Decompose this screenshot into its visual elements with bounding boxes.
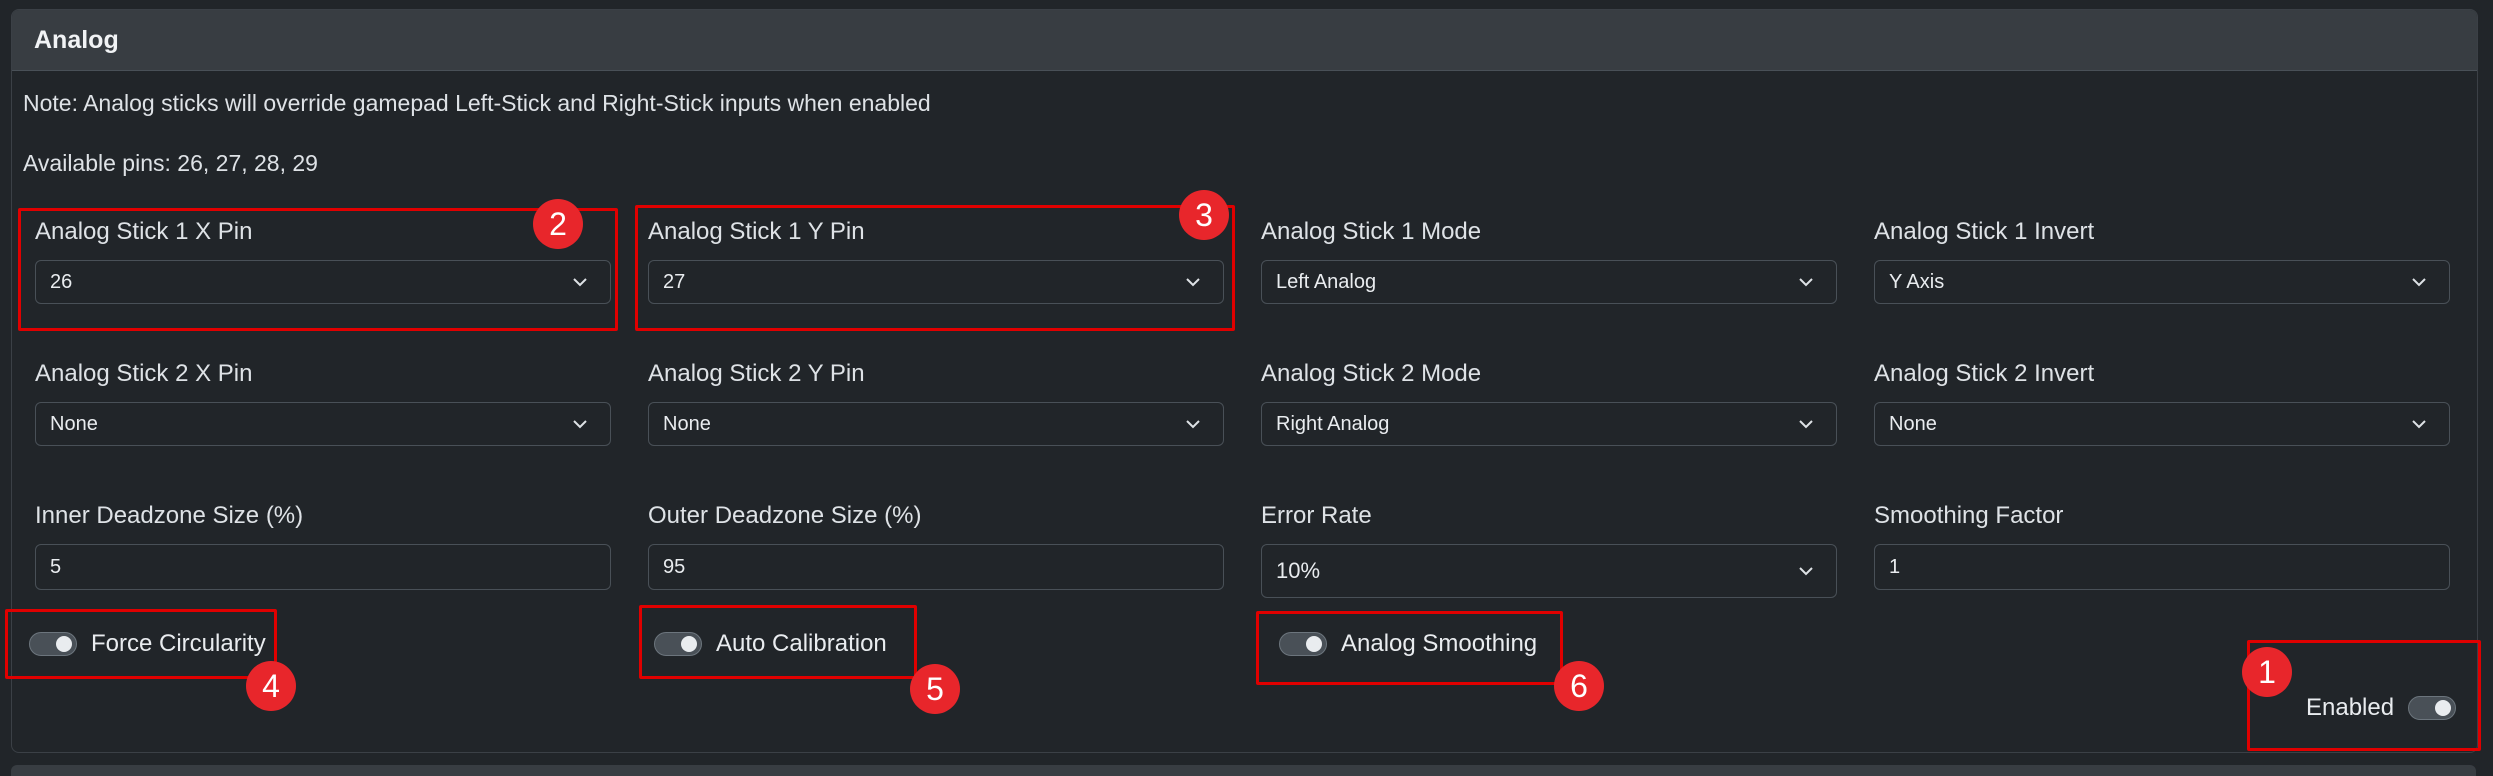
- highlight-box-2: [18, 208, 618, 331]
- chevron-down-icon: [570, 414, 590, 434]
- chevron-down-icon: [2409, 414, 2429, 434]
- outer-deadzone-label: Outer Deadzone Size (%): [648, 502, 922, 529]
- stick2-y-pin-label: Analog Stick 2 Y Pin: [648, 360, 865, 387]
- chevron-down-icon: [2409, 272, 2429, 292]
- stick2-invert-select[interactable]: None: [1874, 402, 2450, 446]
- highlight-box-4: [5, 609, 277, 679]
- highlight-box-5: [639, 605, 917, 679]
- stick2-mode-label: Analog Stick 2 Mode: [1261, 360, 1482, 387]
- smoothing-factor-input[interactable]: 1: [1874, 544, 2450, 590]
- inner-deadzone-field: Inner Deadzone Size (%) 5: [35, 502, 611, 590]
- stick2-invert-field: Analog Stick 2 Invert None: [1874, 360, 2450, 446]
- stick2-x-pin-select[interactable]: None: [35, 402, 611, 446]
- stick2-y-pin-value: None: [663, 412, 711, 435]
- card-title: Analog: [12, 10, 2477, 71]
- stick2-x-pin-value: None: [50, 412, 98, 435]
- stick1-mode-field: Analog Stick 1 Mode Left Analog: [1261, 218, 1837, 304]
- chevron-down-icon: [1796, 414, 1816, 434]
- outer-deadzone-field: Outer Deadzone Size (%) 95: [648, 502, 1224, 590]
- inner-deadzone-input[interactable]: 5: [35, 544, 611, 590]
- stick2-invert-value: None: [1889, 412, 1937, 435]
- stick2-y-pin-select[interactable]: None: [648, 402, 1224, 446]
- note-text: Note: Analog sticks will override gamepa…: [23, 90, 931, 116]
- annotation-badge-6: 6: [1554, 661, 1604, 711]
- smoothing-factor-field: Smoothing Factor 1: [1874, 502, 2450, 590]
- stick2-x-pin-field: Analog Stick 2 X Pin None: [35, 360, 611, 446]
- outer-deadzone-input[interactable]: 95: [648, 544, 1224, 590]
- annotation-badge-4: 4: [246, 661, 296, 711]
- stick2-mode-value: Right Analog: [1276, 412, 1390, 435]
- highlight-box-6: [1256, 611, 1563, 685]
- chevron-down-icon: [1796, 561, 1816, 581]
- stick2-x-pin-label: Analog Stick 2 X Pin: [35, 360, 253, 387]
- error-rate-label: Error Rate: [1261, 502, 1372, 529]
- inner-deadzone-label: Inner Deadzone Size (%): [35, 502, 304, 529]
- stick2-mode-field: Analog Stick 2 Mode Right Analog: [1261, 360, 1837, 446]
- stick2-invert-label: Analog Stick 2 Invert: [1874, 360, 2095, 387]
- highlight-box-3: [635, 205, 1235, 331]
- stick1-invert-value: Y Axis: [1889, 270, 1945, 293]
- error-rate-select[interactable]: 10%: [1261, 544, 1837, 598]
- chevron-down-icon: [1183, 414, 1203, 434]
- annotation-badge-2: 2: [533, 199, 583, 249]
- stick2-y-pin-field: Analog Stick 2 Y Pin None: [648, 360, 1224, 446]
- stick2-mode-select[interactable]: Right Analog: [1261, 402, 1837, 446]
- stick1-invert-field: Analog Stick 1 Invert Y Axis: [1874, 218, 2450, 304]
- annotation-badge-1: 1: [2242, 647, 2292, 697]
- smoothing-factor-label: Smoothing Factor: [1874, 502, 2064, 529]
- next-card-header: [11, 765, 2476, 776]
- stick1-invert-select[interactable]: Y Axis: [1874, 260, 2450, 304]
- stick1-invert-label: Analog Stick 1 Invert: [1874, 218, 2095, 245]
- stick1-mode-label: Analog Stick 1 Mode: [1261, 218, 1482, 245]
- annotation-badge-3: 3: [1179, 190, 1229, 240]
- annotation-badge-5: 5: [910, 664, 960, 714]
- error-rate-field: Error Rate 10%: [1261, 502, 1837, 598]
- error-rate-value: 10%: [1276, 558, 1321, 583]
- stick1-mode-value: Left Analog: [1276, 270, 1377, 293]
- chevron-down-icon: [1796, 272, 1816, 292]
- available-pins-text: Available pins: 26, 27, 28, 29: [23, 150, 318, 176]
- stick1-mode-select[interactable]: Left Analog: [1261, 260, 1837, 304]
